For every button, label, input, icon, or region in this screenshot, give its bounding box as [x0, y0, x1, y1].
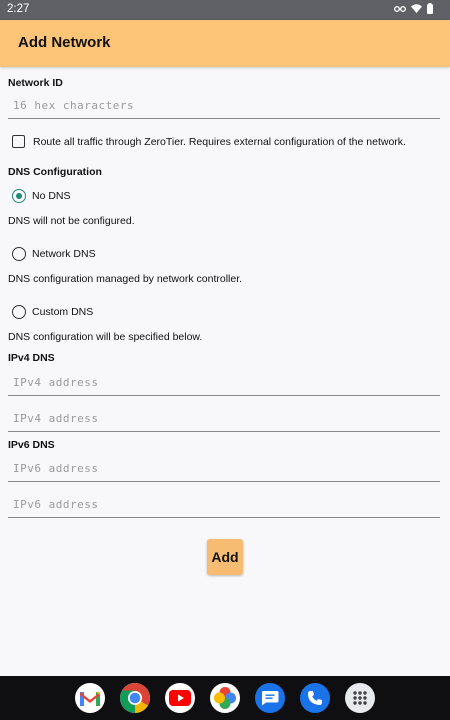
network-dns-label: Network DNS — [32, 248, 96, 260]
no-dns-radio[interactable] — [12, 189, 26, 203]
ipv6-input-2[interactable] — [11, 497, 435, 512]
ipv4-input-2[interactable] — [11, 411, 435, 426]
ipv4-field-1 — [8, 371, 440, 396]
route-all-row[interactable]: Route all traffic through ZeroTier. Requ… — [12, 135, 406, 148]
gmail-icon[interactable] — [75, 683, 105, 713]
network-dns-description: DNS configuration managed by network con… — [8, 273, 243, 285]
no-dns-label: No DNS — [32, 190, 71, 202]
network-id-label: Network ID — [8, 77, 63, 89]
ipv4-dns-label: IPv4 DNS — [8, 352, 55, 364]
custom-dns-label: Custom DNS — [32, 306, 94, 318]
wifi-icon — [411, 4, 422, 16]
status-bar: 2:27 — [0, 0, 450, 20]
chrome-icon[interactable] — [120, 683, 150, 713]
status-icons — [394, 3, 433, 17]
page-title: Add Network — [18, 34, 111, 51]
ipv4-input-1[interactable] — [11, 375, 435, 390]
ipv6-input-1[interactable] — [11, 461, 435, 476]
network-dns-radio[interactable] — [12, 247, 26, 261]
custom-dns-radio[interactable] — [12, 305, 26, 319]
status-time: 2:27 — [7, 3, 30, 15]
ipv4-field-2 — [8, 407, 440, 432]
messages-icon[interactable] — [255, 683, 285, 713]
network-id-field — [8, 94, 440, 119]
ipv6-field-2 — [8, 493, 440, 518]
route-all-label: Route all traffic through ZeroTier. Requ… — [33, 135, 406, 148]
radio-row-no-dns[interactable]: No DNS — [12, 189, 71, 203]
radio-row-custom-dns[interactable]: Custom DNS — [12, 305, 93, 319]
ipv6-dns-label: IPv6 DNS — [8, 439, 55, 451]
battery-icon — [427, 3, 433, 17]
phone-icon[interactable] — [300, 683, 330, 713]
vpn-key-icon — [394, 4, 406, 16]
dns-config-heading: DNS Configuration — [8, 166, 102, 178]
youtube-icon[interactable] — [165, 683, 195, 713]
route-all-checkbox[interactable] — [12, 135, 25, 148]
ipv6-field-1 — [8, 457, 440, 482]
photos-icon[interactable] — [210, 683, 240, 713]
app-bar: Add Network — [0, 20, 450, 67]
custom-dns-description: DNS configuration will be specified belo… — [8, 331, 203, 343]
app-drawer-icon[interactable] — [345, 683, 375, 713]
no-dns-description: DNS will not be configured. — [8, 215, 135, 227]
add-button[interactable]: Add — [207, 539, 243, 575]
network-id-input[interactable] — [11, 98, 435, 113]
radio-row-network-dns[interactable]: Network DNS — [12, 247, 96, 261]
